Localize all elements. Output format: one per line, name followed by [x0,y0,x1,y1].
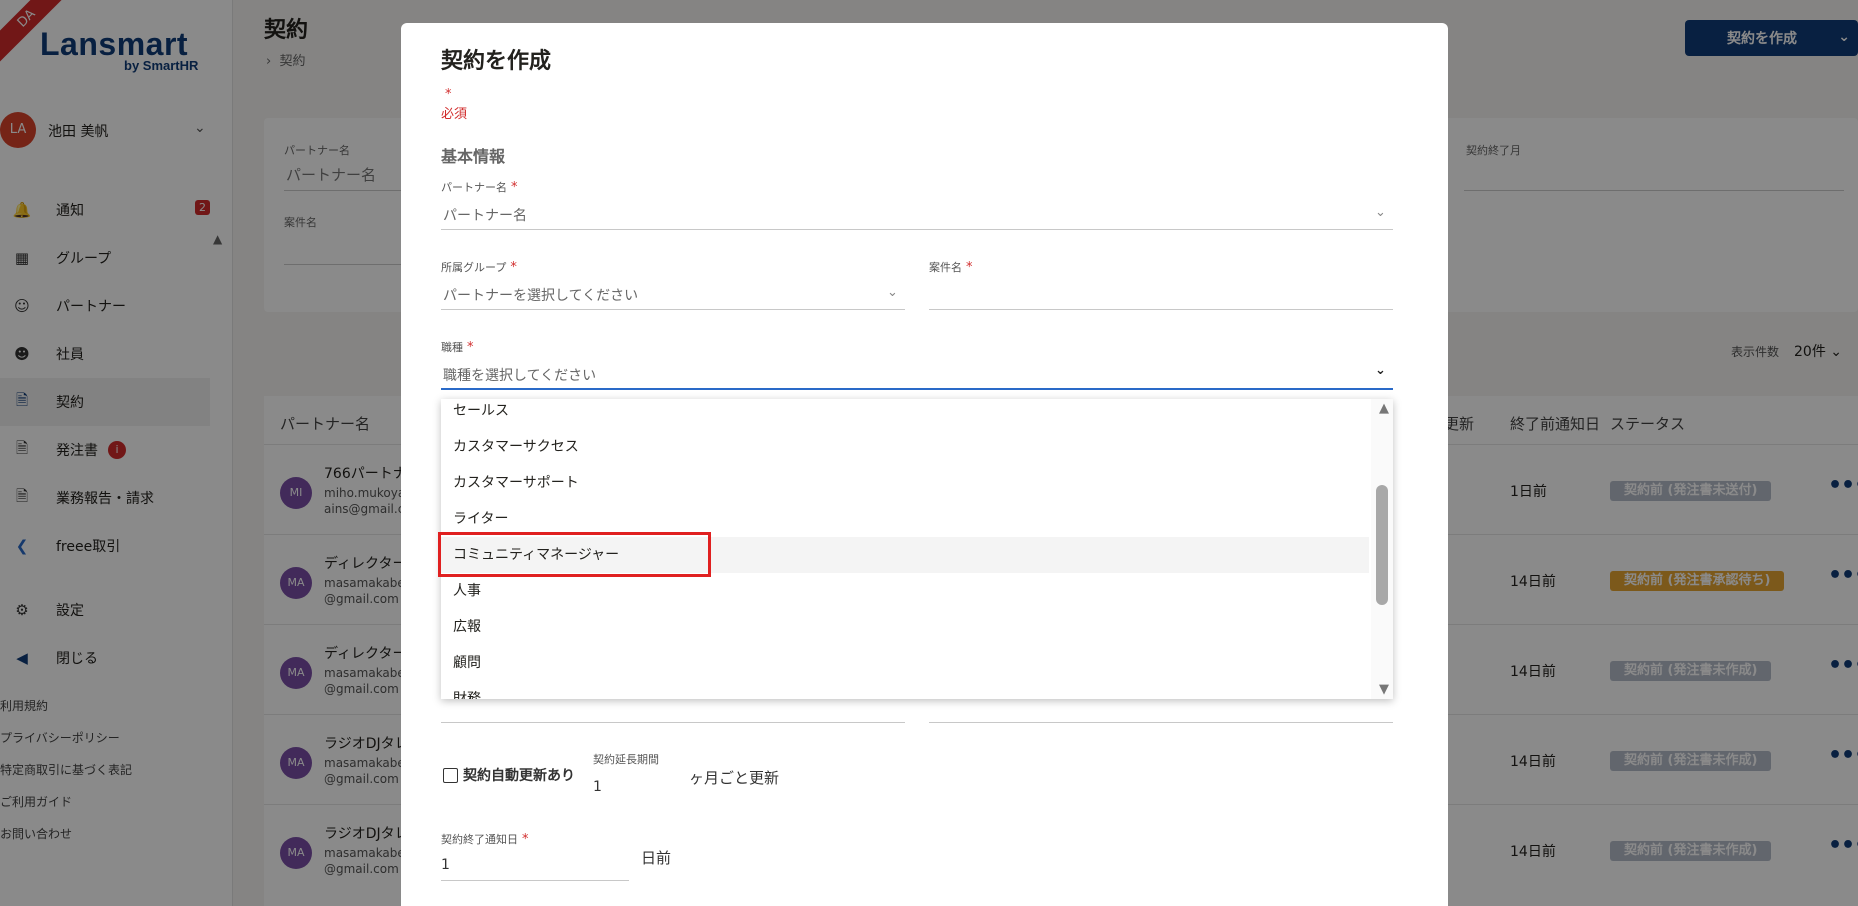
project-field-label: 案件名 * [929,259,973,275]
start-date-underline [441,722,905,723]
job-option-sales[interactable]: セールス [441,399,1369,429]
required-star: * [467,340,474,355]
required-star: * [511,180,518,195]
group-select[interactable]: パートナーを選択してください [443,285,638,305]
group-select-underline [441,309,905,310]
section-heading-basic-info: 基本情報 [441,147,506,166]
dialog-title: 契約を作成 [441,49,552,74]
job-option-finance[interactable]: 財務 [441,681,1369,699]
group-field-label-text: 所属グループ [441,261,507,274]
required-star: * [966,260,973,275]
end-date-underline [929,722,1393,723]
required-star: * [510,260,517,275]
auto-renew-label[interactable]: 契約自動更新あり [463,765,575,785]
project-field-label-text: 案件名 [929,261,962,274]
chevron-down-icon[interactable]: ⌄ [887,285,898,300]
scrollbar-thumb[interactable] [1376,485,1388,605]
job-select-underline [441,388,1393,390]
extension-period-label: 契約延長期間 [593,753,659,766]
group-field-label: 所属グループ * [441,259,517,275]
partner-field-label-text: パートナー名 [441,181,507,194]
annotation-highlight-box [438,532,711,577]
job-select[interactable]: 職種を選択してください [443,365,596,385]
create-contract-dialog: 契約を作成 * 必須 基本情報 パートナー名 * パートナー名 ⌄ 所属グループ *… [401,23,1448,906]
required-legend: 必須 [441,107,468,122]
chevron-down-icon[interactable]: ⌄ [1375,363,1386,378]
partner-select-underline [441,229,1393,230]
end-notice-suffix: 日前 [641,849,672,867]
job-option-customer-success[interactable]: カスタマーサクセス [441,429,1369,465]
job-field-label: 職種 * [441,339,474,355]
required-star: * [445,87,452,102]
end-notice-underline [441,880,629,881]
end-notice-input[interactable]: 1 [441,857,450,873]
partner-select[interactable]: パートナー名 [443,205,527,225]
job-field-label-text: 職種 [441,341,463,354]
scroll-down-icon[interactable]: ▼ [1379,682,1389,697]
extension-period-input[interactable]: 1 [593,779,602,795]
job-option-pr[interactable]: 広報 [441,609,1369,645]
required-star: * [522,832,529,847]
end-notice-label-text: 契約終了通知日 [441,833,518,846]
job-option-advisor[interactable]: 顧問 [441,645,1369,681]
extension-period-suffix: ヶ月ごと更新 [689,769,780,787]
end-notice-label: 契約終了通知日 * [441,831,529,847]
job-option-hr[interactable]: 人事 [441,573,1369,609]
dropdown-scrollbar[interactable]: ▲ ▼ [1371,399,1393,699]
project-input-underline [929,309,1393,310]
chevron-down-icon[interactable]: ⌄ [1375,205,1386,220]
job-option-customer-support[interactable]: カスタマーサポート [441,465,1369,501]
partner-field-label: パートナー名 * [441,179,518,195]
scroll-up-icon[interactable]: ▲ [1379,401,1389,416]
auto-renew-checkbox[interactable] [443,768,458,783]
